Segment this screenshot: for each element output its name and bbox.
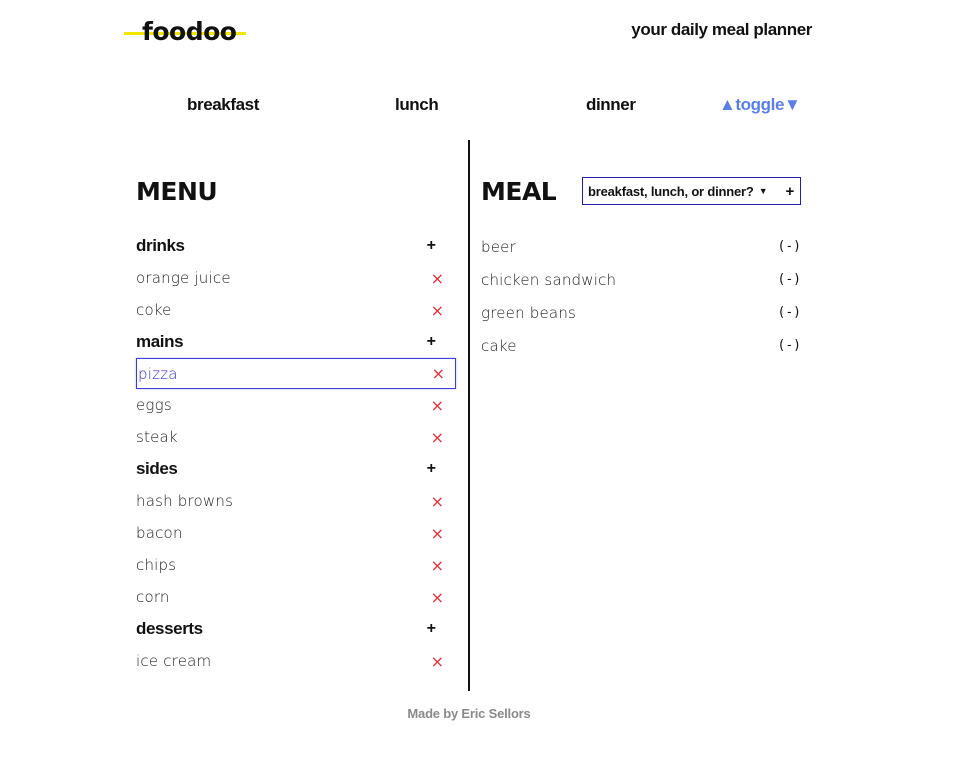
- category-row: drinks +: [136, 230, 456, 262]
- menu-item-label: bacon: [136, 524, 183, 542]
- menu-item-label: chips: [136, 556, 177, 574]
- category-label: mains: [136, 332, 184, 351]
- menu-title: MENU: [136, 177, 218, 206]
- remove-item-icon[interactable]: ×: [431, 428, 456, 447]
- menu-item[interactable]: bacon ×: [136, 517, 456, 549]
- menu-item-label: orange juice: [136, 269, 231, 287]
- meal-item-label: chicken sandwich: [481, 270, 617, 289]
- menu-item[interactable]: coke ×: [136, 294, 456, 326]
- footer-credit: Made by Eric Sellors: [407, 706, 531, 721]
- menu-item[interactable]: ice cream ×: [136, 645, 456, 677]
- menu-item[interactable]: eggs ×: [136, 389, 456, 421]
- meal-header: MEAL breakfast, lunch, or dinner? ▼ +: [481, 176, 801, 208]
- add-item-button[interactable]: +: [427, 460, 456, 478]
- nav-lunch[interactable]: lunch: [395, 95, 439, 115]
- meal-item: green beans (-): [481, 296, 801, 329]
- remove-meal-item-button[interactable]: (-): [778, 338, 801, 353]
- remove-item-icon[interactable]: ×: [431, 301, 456, 320]
- menu-item[interactable]: pizza ×: [136, 358, 456, 389]
- category-row: desserts +: [136, 613, 456, 645]
- add-meal-button[interactable]: +: [785, 183, 794, 200]
- menu-item-label: ice cream: [136, 652, 212, 670]
- remove-item-icon[interactable]: ×: [431, 492, 456, 511]
- add-item-button[interactable]: +: [427, 620, 456, 638]
- meal-item: cake (-): [481, 329, 801, 362]
- meal-item: chicken sandwich (-): [481, 263, 801, 296]
- nav-dinner[interactable]: dinner: [586, 95, 636, 115]
- remove-item-icon[interactable]: ×: [431, 652, 456, 671]
- meal-nav: breakfast lunch dinner ▲toggle▼: [0, 95, 964, 121]
- meal-list: beer (-) chicken sandwich (-) green beans (-)…: [481, 230, 801, 362]
- menu-item-label: pizza: [138, 364, 178, 383]
- tagline: your daily meal planner: [631, 20, 812, 39]
- meal-item-label: beer: [481, 237, 516, 256]
- menu-item-label: eggs: [136, 396, 172, 414]
- meal-item-label: green beans: [481, 303, 577, 322]
- remove-meal-item-button[interactable]: (-): [778, 305, 801, 320]
- menu-item[interactable]: corn ×: [136, 581, 456, 613]
- remove-item-icon[interactable]: ×: [431, 524, 456, 543]
- category-label: drinks: [136, 236, 185, 255]
- logo[interactable]: foodoo: [124, 14, 247, 48]
- menu-item-label: coke: [136, 301, 172, 319]
- menu-panel: MENU drinks + orange juice × coke × mains + pizz…: [136, 176, 456, 677]
- meal-type-select[interactable]: breakfast, lunch, or dinner? ▼ +: [582, 177, 801, 205]
- meal-item-label: cake: [481, 336, 517, 355]
- column-divider: [468, 140, 470, 691]
- remove-meal-item-button[interactable]: (-): [778, 272, 801, 287]
- menu-item-label: steak: [136, 428, 178, 446]
- menu-list: drinks + orange juice × coke × mains + pizza × egg…: [136, 230, 456, 677]
- add-item-button[interactable]: +: [427, 333, 456, 351]
- chevron-down-icon: ▼: [758, 186, 768, 196]
- menu-item[interactable]: steak ×: [136, 421, 456, 453]
- logo-text: foodoo: [142, 16, 237, 46]
- remove-item-icon[interactable]: ×: [431, 396, 456, 415]
- menu-item[interactable]: hash browns ×: [136, 485, 456, 517]
- menu-item[interactable]: chips ×: [136, 549, 456, 581]
- meal-item: beer (-): [481, 230, 801, 263]
- category-label: desserts: [136, 619, 203, 638]
- meal-type-select-value: breakfast, lunch, or dinner?: [588, 183, 754, 199]
- remove-meal-item-button[interactable]: (-): [778, 239, 801, 254]
- menu-item-label: hash browns: [136, 492, 234, 510]
- menu-item[interactable]: orange juice ×: [136, 262, 456, 294]
- toggle-button[interactable]: ▲toggle▼: [719, 95, 801, 115]
- menu-item-label: corn: [136, 588, 170, 606]
- nav-breakfast[interactable]: breakfast: [187, 95, 259, 115]
- category-row: sides +: [136, 453, 456, 485]
- remove-item-icon[interactable]: ×: [431, 556, 456, 575]
- meal-panel: MEAL breakfast, lunch, or dinner? ▼ + be…: [481, 176, 801, 362]
- remove-item-icon[interactable]: ×: [432, 364, 455, 383]
- category-row: mains +: [136, 326, 456, 358]
- remove-item-icon[interactable]: ×: [431, 269, 456, 288]
- category-label: sides: [136, 459, 178, 478]
- remove-item-icon[interactable]: ×: [431, 588, 456, 607]
- add-item-button[interactable]: +: [427, 237, 456, 255]
